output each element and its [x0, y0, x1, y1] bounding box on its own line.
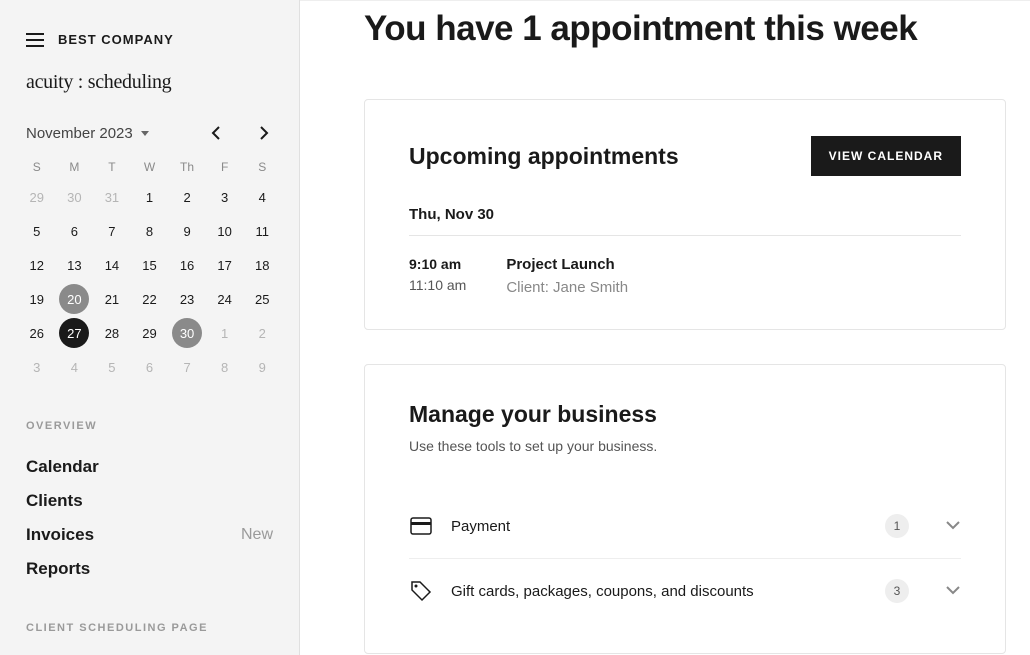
- main-content: You have 1 appointment this week Upcomin…: [300, 0, 1030, 655]
- calendar-day[interactable]: 14: [93, 248, 131, 282]
- dow-label: S: [18, 154, 56, 180]
- calendar-day[interactable]: 9: [243, 350, 281, 384]
- calendar-day[interactable]: 2: [168, 180, 206, 214]
- manage-row-card[interactable]: Payment 1: [409, 494, 961, 559]
- calendar-day[interactable]: 21: [93, 282, 131, 316]
- card-icon: [409, 514, 433, 538]
- month-label: November 2023: [26, 125, 133, 142]
- calendar-day[interactable]: 5: [93, 350, 131, 384]
- sidebar: BEST COMPANY acuity : scheduling Novembe…: [0, 0, 300, 655]
- calendar-day[interactable]: 3: [18, 350, 56, 384]
- tag-icon: [409, 579, 433, 603]
- calendar-day[interactable]: 4: [56, 350, 94, 384]
- sidebar-item-label: Calendar: [26, 457, 99, 477]
- dow-label: T: [93, 154, 131, 180]
- new-badge: New: [241, 526, 273, 544]
- sidebar-item-calendar[interactable]: Calendar: [26, 450, 273, 484]
- calendar-day[interactable]: 29: [131, 316, 169, 350]
- nav-client-scheduling-section: CLIENT SCHEDULING PAGE: [0, 586, 299, 634]
- manage-row-label: Payment: [451, 518, 867, 535]
- page-title: You have 1 appointment this week: [364, 9, 1006, 49]
- calendar-day[interactable]: 3: [206, 180, 244, 214]
- sidebar-item-clients[interactable]: Clients: [26, 484, 273, 518]
- calendar-day[interactable]: 27: [56, 316, 94, 350]
- caret-down-icon: [141, 131, 149, 136]
- upcoming-appointments-panel: Upcoming appointments VIEW CALENDAR Thu,…: [364, 99, 1006, 330]
- calendar-day[interactable]: 5: [18, 214, 56, 248]
- calendar-day[interactable]: 1: [206, 316, 244, 350]
- calendar-day[interactable]: 18: [243, 248, 281, 282]
- calendar-day[interactable]: 8: [131, 214, 169, 248]
- calendar-day[interactable]: 7: [168, 350, 206, 384]
- sidebar-item-reports[interactable]: Reports: [26, 552, 273, 586]
- appointment-end-time: 11:10 am: [409, 275, 466, 296]
- nav-overview-section: OVERVIEW Calendar Clients Invoices New Repor…: [0, 384, 299, 586]
- month-selector[interactable]: November 2023: [26, 125, 149, 142]
- next-month-button[interactable]: [255, 124, 273, 142]
- chevron-down-icon: [945, 517, 961, 535]
- count-badge: 3: [885, 579, 909, 603]
- dow-label: F: [206, 154, 244, 180]
- chevron-down-icon: [945, 582, 961, 600]
- panel-title: Upcoming appointments: [409, 143, 679, 170]
- dow-label: M: [56, 154, 94, 180]
- calendar-day[interactable]: 6: [56, 214, 94, 248]
- manage-row-tag[interactable]: Gift cards, packages, coupons, and disco…: [409, 559, 961, 623]
- nav-section-title: OVERVIEW: [26, 420, 273, 432]
- count-badge: 1: [885, 514, 909, 538]
- appointment-client: Client: Jane Smith: [506, 277, 628, 300]
- calendar-day[interactable]: 25: [243, 282, 281, 316]
- appointment-title: Project Launch: [506, 254, 628, 277]
- sidebar-item-label: Reports: [26, 559, 90, 579]
- calendar-day[interactable]: 17: [206, 248, 244, 282]
- dow-label: W: [131, 154, 169, 180]
- calendar-day[interactable]: 20: [56, 282, 94, 316]
- dow-label: Th: [168, 154, 206, 180]
- manage-row-label: Gift cards, packages, coupons, and disco…: [451, 583, 867, 600]
- calendar-day[interactable]: 15: [131, 248, 169, 282]
- calendar-day[interactable]: 23: [168, 282, 206, 316]
- calendar-day[interactable]: 28: [93, 316, 131, 350]
- product-logo: acuity : scheduling: [0, 71, 299, 124]
- calendar-grid: SMTWThFS 2930311234567891011121314151617…: [0, 154, 299, 384]
- calendar-day[interactable]: 29: [18, 180, 56, 214]
- panel-title: Manage your business: [409, 401, 961, 428]
- dow-label: S: [243, 154, 281, 180]
- calendar-day[interactable]: 4: [243, 180, 281, 214]
- sidebar-header: BEST COMPANY: [0, 0, 299, 71]
- calendar-day[interactable]: 24: [206, 282, 244, 316]
- view-calendar-button[interactable]: VIEW CALENDAR: [811, 136, 961, 176]
- calendar-day[interactable]: 31: [93, 180, 131, 214]
- calendar-day[interactable]: 26: [18, 316, 56, 350]
- calendar-day[interactable]: 12: [18, 248, 56, 282]
- calendar-day[interactable]: 16: [168, 248, 206, 282]
- calendar-day[interactable]: 13: [56, 248, 94, 282]
- menu-icon[interactable]: [26, 33, 44, 47]
- calendar-day[interactable]: 6: [131, 350, 169, 384]
- prev-month-button[interactable]: [207, 124, 225, 142]
- appointment-row[interactable]: 9:10 am 11:10 am Project Launch Client: …: [409, 254, 961, 299]
- panel-subtitle: Use these tools to set up your business.: [409, 438, 961, 454]
- calendar-day[interactable]: 9: [168, 214, 206, 248]
- calendar-day[interactable]: 30: [56, 180, 94, 214]
- sidebar-item-invoices[interactable]: Invoices New: [26, 518, 273, 552]
- company-name: BEST COMPANY: [58, 32, 174, 47]
- sidebar-item-label: Clients: [26, 491, 83, 511]
- calendar-day[interactable]: 1: [131, 180, 169, 214]
- sidebar-item-label: Invoices: [26, 525, 94, 545]
- appointment-date: Thu, Nov 30: [409, 206, 961, 236]
- calendar-day[interactable]: 8: [206, 350, 244, 384]
- nav-section-title: CLIENT SCHEDULING PAGE: [26, 622, 273, 634]
- calendar-day[interactable]: 11: [243, 214, 281, 248]
- calendar-header: November 2023: [0, 124, 299, 154]
- calendar-day[interactable]: 30: [168, 316, 206, 350]
- calendar-day[interactable]: 7: [93, 214, 131, 248]
- calendar-day[interactable]: 19: [18, 282, 56, 316]
- calendar-day[interactable]: 10: [206, 214, 244, 248]
- calendar-day[interactable]: 22: [131, 282, 169, 316]
- appointment-start-time: 9:10 am: [409, 254, 466, 275]
- manage-business-panel: Manage your business Use these tools to …: [364, 364, 1006, 654]
- calendar-day[interactable]: 2: [243, 316, 281, 350]
